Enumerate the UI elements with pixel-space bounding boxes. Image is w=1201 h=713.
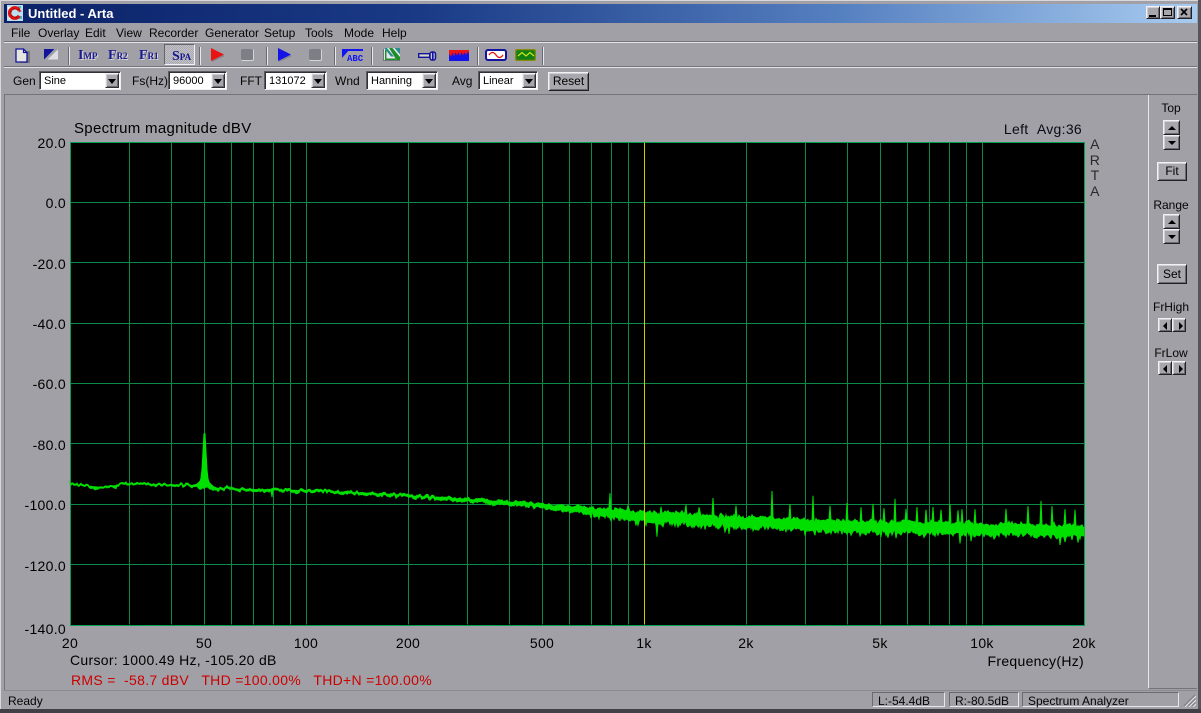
- svg-text:ABC: ABC: [347, 54, 364, 62]
